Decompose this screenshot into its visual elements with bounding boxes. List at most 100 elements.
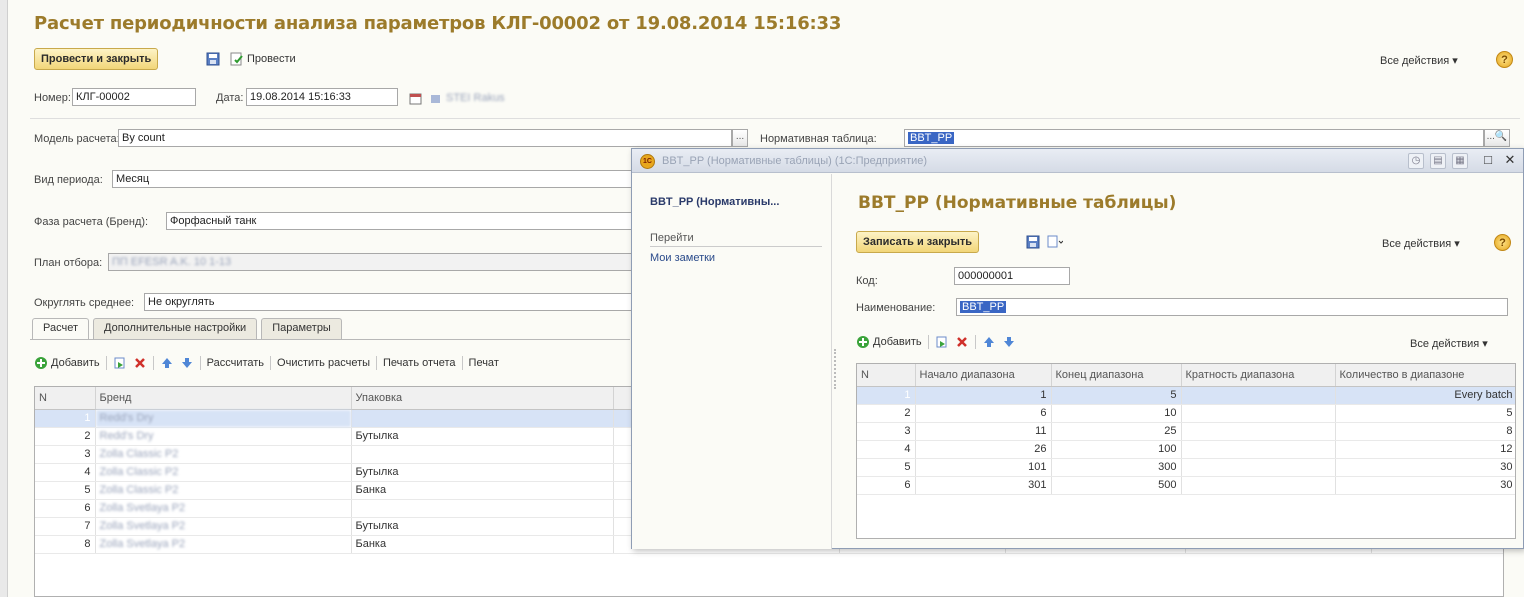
cell-n[interactable]: 3 xyxy=(857,422,916,441)
cell-pack[interactable]: Банка xyxy=(351,535,614,554)
move-down-icon[interactable] xyxy=(1002,335,1016,349)
cell-n[interactable]: 7 xyxy=(35,517,96,536)
table-row[interactable]: 4 26 100 12 xyxy=(857,440,1515,459)
cell-n[interactable]: 1 xyxy=(857,386,916,405)
cell-range-start[interactable]: 26 xyxy=(915,440,1052,459)
cell-range-start[interactable]: 6 xyxy=(915,404,1052,423)
table-row[interactable]: 2 6 10 5 xyxy=(857,404,1515,423)
dialog-grid-all-actions-menu[interactable]: Все действия ▾ xyxy=(1410,337,1488,350)
cell-range-end[interactable]: 100 xyxy=(1051,440,1182,459)
cell-range-start[interactable]: 1 xyxy=(915,386,1052,405)
dialog-all-actions-menu[interactable]: Все действия ▾ xyxy=(1382,237,1460,250)
cell-pack[interactable] xyxy=(351,445,614,464)
number-field[interactable]: КЛГ-00002 xyxy=(72,88,196,106)
cell-range-end[interactable]: 500 xyxy=(1051,476,1182,495)
cell-range-end[interactable]: 10 xyxy=(1051,404,1182,423)
cell-pack[interactable]: Банка xyxy=(351,481,614,500)
cell-brand[interactable]: Redd's Dry xyxy=(95,427,352,446)
cell-n[interactable]: 2 xyxy=(35,427,96,446)
save-and-close-button[interactable]: Записать и закрыть xyxy=(856,231,980,253)
history-icon[interactable]: ◷ xyxy=(1408,153,1424,169)
tab-calculation[interactable]: Расчет xyxy=(32,318,89,339)
cell-n[interactable]: 5 xyxy=(857,458,916,477)
delete-row-icon[interactable] xyxy=(133,356,147,370)
phase-field[interactable]: Форфасный танк xyxy=(166,212,632,230)
cell-pack[interactable]: Бутылка xyxy=(351,427,614,446)
copy-row-icon[interactable] xyxy=(113,356,127,370)
help-icon[interactable]: ? xyxy=(1496,51,1513,68)
cell-n[interactable]: 5 xyxy=(35,481,96,500)
cell-brand[interactable]: Zolla Classic P2 xyxy=(95,463,352,482)
column-header-n[interactable]: N xyxy=(35,387,96,410)
table-row[interactable]: 3 11 25 8 xyxy=(857,422,1515,441)
table-row[interactable]: 1 1 5 Every batch xyxy=(857,386,1515,405)
save-icon[interactable] xyxy=(204,50,222,68)
dialog-help-icon[interactable]: ? xyxy=(1494,234,1511,251)
cell-n[interactable]: 4 xyxy=(857,440,916,459)
table-row[interactable]: 6 301 500 30 xyxy=(857,476,1515,495)
cell-brand[interactable]: Zolla Classic P2 xyxy=(95,445,352,464)
cell-range-quantity[interactable]: 30 xyxy=(1335,476,1515,495)
cell-n[interactable]: 1 xyxy=(35,409,96,428)
cell-range-multiplicity[interactable] xyxy=(1181,440,1336,459)
sidebar-item-notes[interactable]: Мои заметки xyxy=(650,252,715,264)
cell-range-start[interactable]: 301 xyxy=(915,476,1052,495)
cell-range-multiplicity[interactable] xyxy=(1181,386,1336,405)
create-based-on-icon[interactable] xyxy=(1046,233,1064,251)
add-row-button[interactable]: Добавить xyxy=(34,356,100,370)
cell-range-multiplicity[interactable] xyxy=(1181,476,1336,495)
dialog-save-icon[interactable] xyxy=(1024,233,1042,251)
cell-range-quantity[interactable]: 30 xyxy=(1335,458,1515,477)
cell-range-start[interactable]: 101 xyxy=(915,458,1052,477)
move-down-icon[interactable] xyxy=(180,356,194,370)
plan-field[interactable]: ПП EFESR A.K. 10 1-13 xyxy=(108,253,632,271)
cell-range-end[interactable]: 300 xyxy=(1051,458,1182,477)
column-header-n[interactable]: N xyxy=(857,364,916,387)
column-header-range-start[interactable]: Начало диапазона xyxy=(915,364,1052,387)
calendar-tool-icon[interactable]: ▦ xyxy=(1452,153,1468,169)
norm-table-search-button[interactable]: ...🔍 xyxy=(1484,129,1510,147)
cell-brand[interactable]: Zolla Svetlaya P2 xyxy=(95,535,352,554)
calendar-icon[interactable] xyxy=(406,89,424,107)
post-and-close-button[interactable]: Провести и закрыть xyxy=(34,48,159,70)
code-field[interactable]: 000000001 xyxy=(954,267,1070,285)
print-report-button[interactable]: Печать отчета xyxy=(383,357,456,369)
cell-pack[interactable]: Бутылка xyxy=(351,463,614,482)
cell-brand[interactable]: Zolla Classic P2 xyxy=(95,481,352,500)
window-titlebar[interactable]: 1С BBT_PP (Нормативные таблицы) (1С:Пред… xyxy=(632,149,1523,173)
move-up-icon[interactable] xyxy=(982,335,996,349)
cell-n[interactable]: 3 xyxy=(35,445,96,464)
cell-range-quantity[interactable]: 5 xyxy=(1335,404,1515,423)
column-header-brand[interactable]: Бренд xyxy=(95,387,352,410)
column-header-pack[interactable]: Упаковка xyxy=(351,387,614,410)
date-field[interactable]: 19.08.2014 15:16:33 xyxy=(246,88,398,106)
all-actions-menu[interactable]: Все действия ▾ xyxy=(1380,54,1458,67)
cell-range-quantity[interactable]: Every batch xyxy=(1335,386,1515,405)
column-header-range-multiplicity[interactable]: Кратность диапазона xyxy=(1181,364,1336,387)
norm-table-field[interactable]: BBT_PP xyxy=(904,129,1484,147)
copy-row-icon[interactable] xyxy=(935,335,949,349)
cell-n[interactable]: 8 xyxy=(35,535,96,554)
cell-range-multiplicity[interactable] xyxy=(1181,404,1336,423)
cell-range-quantity[interactable]: 12 xyxy=(1335,440,1515,459)
column-header-range-end[interactable]: Конец диапазона xyxy=(1051,364,1182,387)
cell-range-multiplicity[interactable] xyxy=(1181,458,1336,477)
splitter-handle[interactable] xyxy=(834,349,838,389)
column-header-range-quantity[interactable]: Количество в диапазоне xyxy=(1335,364,1515,387)
organization-link[interactable]: STEI Rakus xyxy=(446,92,505,104)
tab-additional-settings[interactable]: Дополнительные настройки xyxy=(93,318,258,339)
cell-range-end[interactable]: 5 xyxy=(1051,386,1182,405)
cell-pack[interactable] xyxy=(351,499,614,518)
cell-range-end[interactable]: 25 xyxy=(1051,422,1182,441)
move-up-icon[interactable] xyxy=(160,356,174,370)
period-field[interactable]: Месяц xyxy=(112,170,632,188)
post-button[interactable]: Провести xyxy=(230,52,296,66)
cell-n[interactable]: 2 xyxy=(857,404,916,423)
sidebar-title[interactable]: BBT_PP (Нормативны... xyxy=(650,196,779,208)
cell-brand[interactable]: Zolla Svetlaya P2 xyxy=(95,499,352,518)
cell-n[interactable]: 4 xyxy=(35,463,96,482)
maximize-icon[interactable]: □ xyxy=(1480,153,1496,169)
model-select-button[interactable]: ... xyxy=(732,129,748,147)
name-field[interactable]: BBT_PP xyxy=(956,298,1508,316)
cell-n[interactable]: 6 xyxy=(857,476,916,495)
